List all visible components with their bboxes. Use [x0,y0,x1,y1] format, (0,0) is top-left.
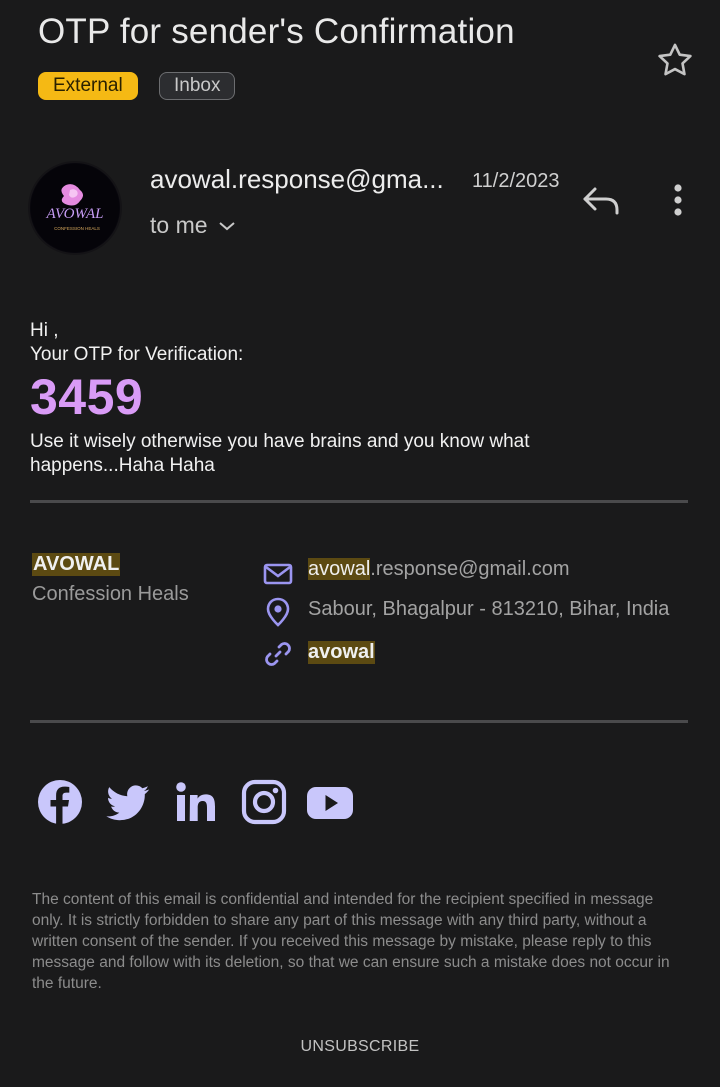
otp-message: Use it wisely otherwise you have brains … [30,431,530,476]
signature-email[interactable]: avowal.response@gmail.com [308,558,570,581]
twitter-icon[interactable] [104,778,152,826]
signature-tagline: Confession Heals [32,583,189,605]
star-icon[interactable] [654,40,696,82]
svg-text:AVOWAL: AVOWAL [46,206,104,222]
email-subject: OTP for sender's Confirmation [38,12,515,51]
confidentiality-disclaimer: The content of this email is confidentia… [32,891,670,992]
facebook-icon[interactable] [36,778,84,826]
signature-brand: AVOWAL [32,553,121,576]
divider [30,720,688,723]
email-domain: .response@gmail.com [370,558,570,580]
sender-avatar[interactable]: AVOWAL CONFESSION HEALS [30,163,120,253]
reply-icon[interactable] [580,183,622,219]
email-date: 11/2/2023 [472,170,560,192]
sender-address[interactable]: avowal.response@gma... [150,164,444,195]
email-highlight: avowal [308,558,371,580]
greeting: Hi , [30,320,59,341]
label-chip-external[interactable]: External [38,72,138,100]
recipient-toggle[interactable]: to me [150,212,236,239]
more-options-icon[interactable] [664,180,692,220]
otp-label: Your OTP for Verification: [30,344,244,365]
location-pin-icon [266,597,290,627]
svg-text:CONFESSION HEALS: CONFESSION HEALS [54,226,100,231]
signature-website-link[interactable]: avowal [308,641,375,664]
divider [30,500,688,503]
youtube-icon[interactable] [306,778,354,826]
avowal-logo: AVOWAL CONFESSION HEALS [31,164,119,252]
chevron-down-icon [218,221,235,230]
linkedin-icon[interactable] [172,778,220,826]
label-chip-inbox[interactable]: Inbox [159,72,236,100]
email-view: OTP for sender's Confirmation External I… [0,0,720,1087]
signature-address: Sabour, Bhagalpur - 813210, Bihar, India [308,598,670,620]
unsubscribe-link[interactable]: UNSUBSCRIBE [0,1038,720,1056]
otp-code: 3459 [30,369,144,425]
recipient-label: to me [150,212,208,238]
mail-icon [263,563,293,585]
link-icon [265,642,291,666]
instagram-icon[interactable] [240,778,288,826]
